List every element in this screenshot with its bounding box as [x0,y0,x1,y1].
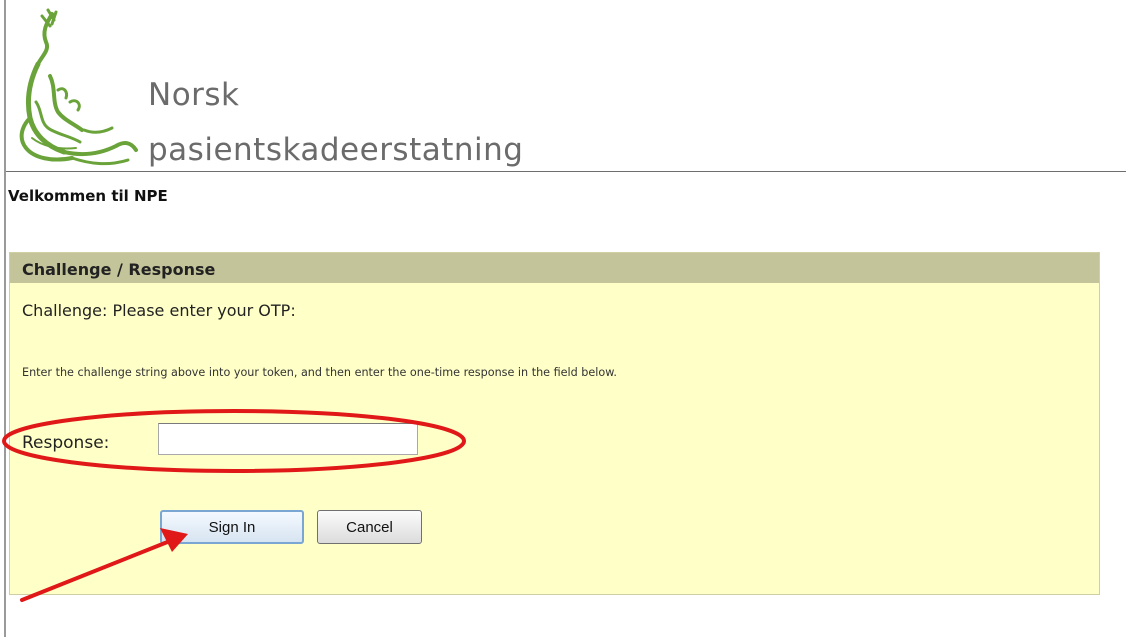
left-border-line [4,0,6,637]
panel-header: Challenge / Response [10,253,1099,283]
response-label: Response: [22,433,110,453]
org-name-line1: Norsk [148,77,240,113]
sign-in-button[interactable]: Sign In [160,510,304,544]
welcome-heading: Velkommen til NPE [8,187,168,205]
cancel-button[interactable]: Cancel [317,510,422,544]
panel-title: Challenge / Response [22,260,216,279]
response-input[interactable] [158,423,418,455]
header-divider [6,171,1126,172]
challenge-response-panel: Challenge / Response Challenge: Please e… [9,252,1100,595]
instructions-text: Enter the challenge string above into yo… [22,366,617,379]
challenge-text: Challenge: Please enter your OTP: [22,301,296,320]
npe-logo-icon [19,8,138,166]
org-name-line2: pasientskadeerstatning [148,132,524,168]
